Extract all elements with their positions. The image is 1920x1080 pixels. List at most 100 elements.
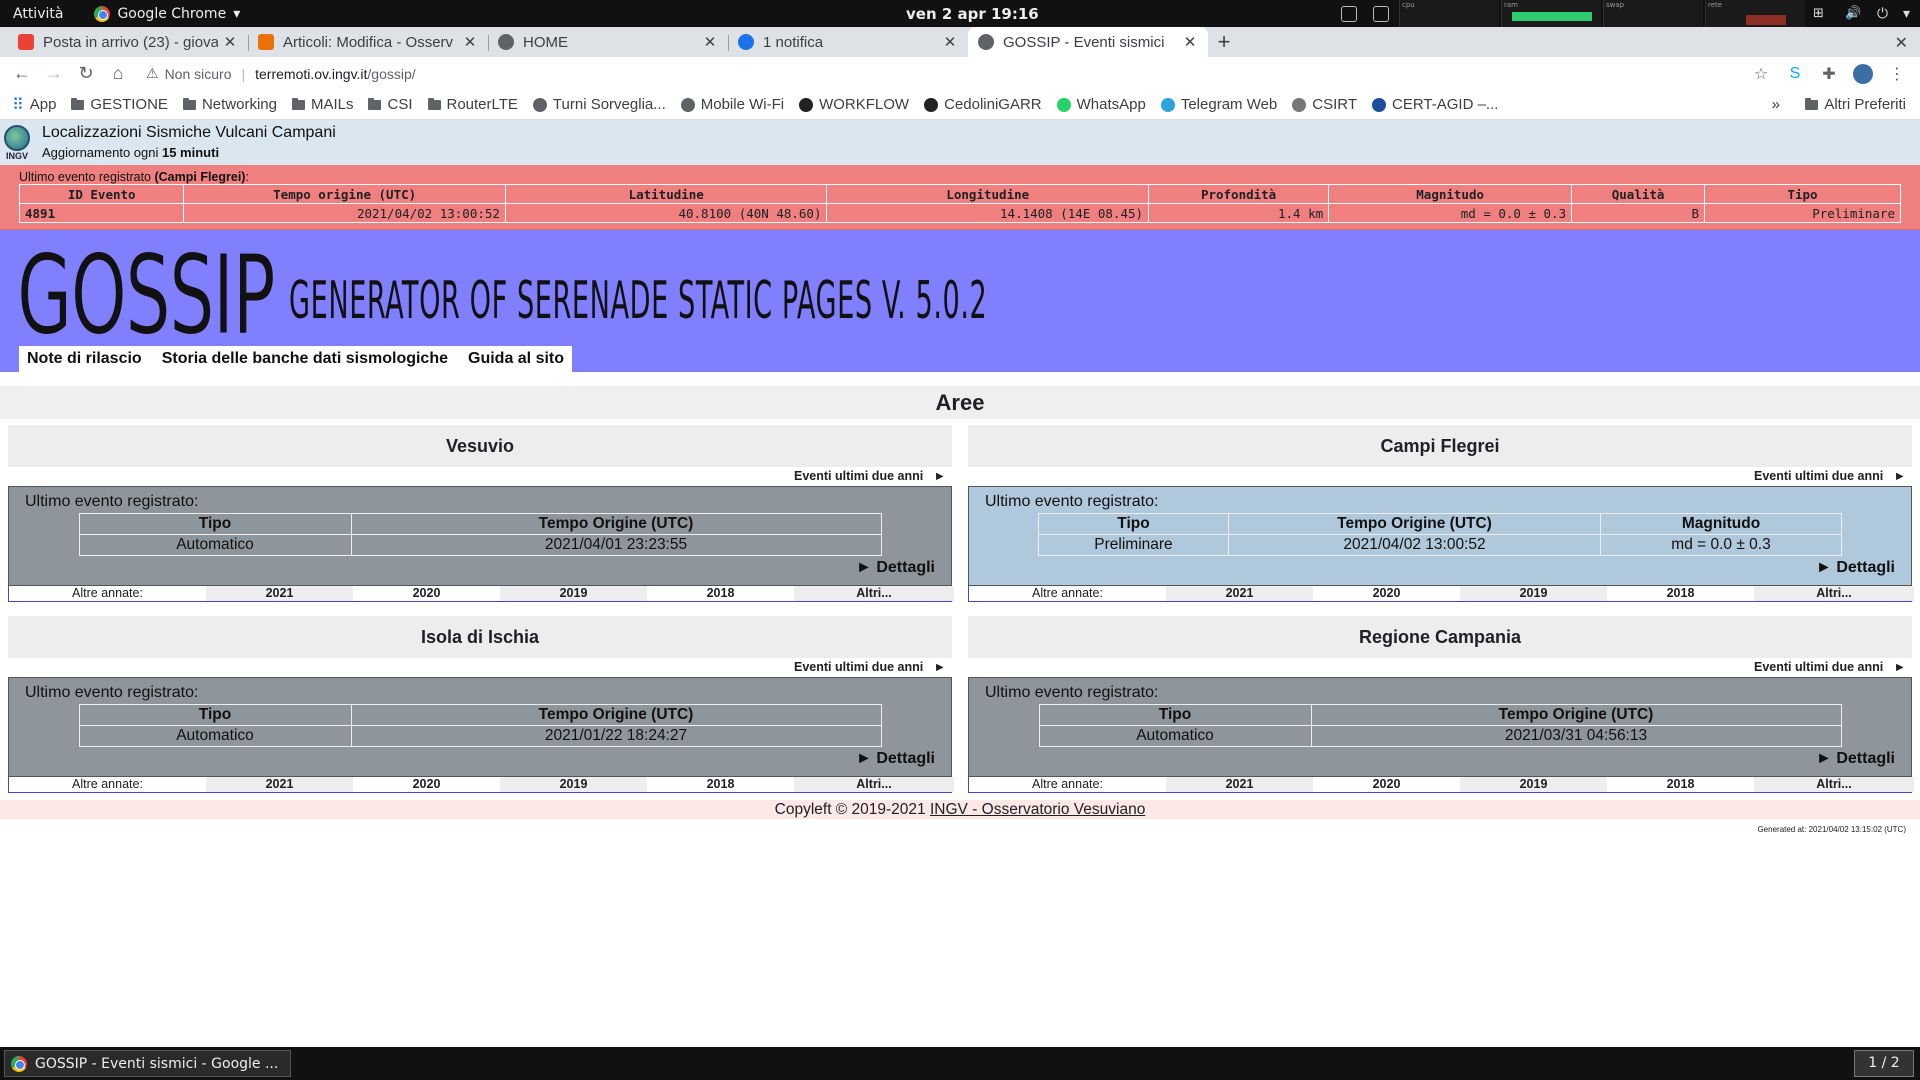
bookmark-gestione[interactable]: GESTIONE: [71, 96, 168, 113]
last-event-caption: Ultimo evento registrato (Campi Flegrei)…: [19, 170, 249, 184]
bookmark-star-icon[interactable]: ☆: [1750, 63, 1772, 85]
recent-events-link[interactable]: Eventi ultimi due anni ►: [968, 467, 1912, 486]
year-link[interactable]: 2018: [1607, 777, 1754, 792]
bookmark-label: Altri Preferiti: [1824, 96, 1906, 113]
app-menu[interactable]: Google Chrome ▾: [76, 5, 240, 22]
new-tab-button[interactable]: +: [1208, 27, 1240, 57]
window-close-icon[interactable]: ✕: [1895, 33, 1908, 53]
tab-articoli[interactable]: Articoli: Modifica - Osserv ✕: [248, 27, 488, 57]
column-header: Tempo origine (UTC): [183, 184, 506, 204]
year-link[interactable]: 2021: [1166, 586, 1313, 601]
tab-gmail[interactable]: Posta in arrivo (23) - giova ✕: [8, 27, 248, 57]
reload-icon[interactable]: ↻: [72, 60, 100, 88]
year-link[interactable]: 2019: [500, 777, 647, 792]
details-link[interactable]: ► Dettagli: [1816, 559, 1895, 577]
url-path[interactable]: /gossip/: [367, 66, 415, 82]
year-link[interactable]: 2021: [1166, 777, 1313, 792]
bookmark-turni-sorveglia[interactable]: Turni Sorveglia...: [532, 96, 666, 113]
nav-release-notes[interactable]: Note di rilascio: [27, 350, 142, 368]
year-link[interactable]: 2018: [647, 777, 794, 792]
home-icon[interactable]: ⌂: [104, 60, 132, 88]
tab-notifica[interactable]: 1 notifica ✕: [728, 27, 968, 57]
forward-arrow-icon[interactable]: →: [40, 60, 68, 88]
screenshot-icon[interactable]: [1372, 5, 1389, 22]
year-link[interactable]: 2020: [1313, 777, 1460, 792]
year-link[interactable]: 2021: [206, 777, 353, 792]
globe-icon: [978, 34, 994, 50]
year-link[interactable]: Altri...: [1754, 586, 1914, 601]
year-link[interactable]: Altri...: [1754, 777, 1914, 792]
recent-events-link[interactable]: Eventi ultimi due anni ►: [968, 658, 1912, 677]
details-link[interactable]: ► Dettagli: [856, 750, 935, 768]
year-link[interactable]: Altri...: [794, 586, 954, 601]
menu-icon[interactable]: ⋮: [1886, 63, 1908, 85]
bookmark-whatsapp[interactable]: WhatsApp: [1056, 96, 1146, 113]
warning-icon[interactable]: ⚠: [146, 65, 159, 82]
table-header-row: ID Evento Tempo origine (UTC) Latitudine Lo…: [18, 184, 1901, 204]
year-link[interactable]: 2020: [1313, 586, 1460, 601]
years-row: Altre annate: 2021 2020 2019 2018 Altri...: [8, 777, 954, 793]
details-link[interactable]: ► Dettagli: [856, 559, 935, 577]
bookmark-csi[interactable]: CSI: [368, 96, 413, 113]
year-link[interactable]: 2021: [206, 586, 353, 601]
bookmark-csirt[interactable]: CSIRT: [1292, 96, 1357, 113]
close-icon[interactable]: ✕: [222, 33, 238, 51]
folder-icon: [71, 97, 85, 110]
caret-down-icon[interactable]: ▾: [1903, 6, 1910, 22]
bookmark-mobile-wi-fi[interactable]: Mobile Wi-Fi: [680, 96, 785, 113]
details-link[interactable]: ► Dettagli: [1816, 750, 1895, 768]
bookmark-cert-agid[interactable]: CERT-AGID –...: [1372, 96, 1498, 113]
shield-icon[interactable]: [1340, 5, 1357, 22]
avatar[interactable]: [1852, 63, 1874, 85]
bookmark-workflow[interactable]: WORKFLOW: [799, 96, 909, 113]
bookmark-app[interactable]: ⠿ App: [12, 95, 56, 115]
ingv-logo[interactable]: INGV: [0, 120, 34, 165]
bookmark-networking[interactable]: Networking: [182, 96, 277, 113]
year-link[interactable]: 2018: [1607, 586, 1754, 601]
power-icon[interactable]: ⏻: [1877, 6, 1893, 22]
folder-icon: [427, 97, 441, 110]
close-icon[interactable]: ✕: [462, 33, 478, 51]
year-link[interactable]: 2019: [1460, 777, 1607, 792]
table-cell: Preliminare: [1038, 534, 1229, 556]
bookmark-label: RouterLTE: [446, 96, 518, 113]
nav-site-guide[interactable]: Guida al sito: [468, 350, 564, 368]
joomla-icon: [258, 34, 274, 50]
tab-home[interactable]: HOME ✕: [488, 27, 728, 57]
recent-events-link[interactable]: Eventi ultimi due anni ►: [8, 658, 952, 677]
security-label[interactable]: Non sicuro: [165, 66, 232, 82]
year-link[interactable]: 2020: [353, 586, 500, 601]
bookmark-mails[interactable]: MAILs: [291, 96, 353, 113]
workspace-pager[interactable]: 1 / 2: [1854, 1050, 1914, 1077]
tab-gossip[interactable]: GOSSIP - Eventi sismici ✕: [968, 27, 1208, 57]
address-bar[interactable]: ⚠ Non sicuro | terremoti.ov.ingv.it/goss…: [136, 60, 1742, 88]
recent-events-link[interactable]: Eventi ultimi due anni ►: [8, 467, 952, 486]
year-link[interactable]: 2020: [353, 777, 500, 792]
clock[interactable]: ven 2 apr 19:16: [906, 5, 1039, 23]
year-link[interactable]: 2019: [500, 586, 647, 601]
network-icon[interactable]: ⊞: [1813, 6, 1829, 22]
bookmark-routerlte[interactable]: RouterLTE: [427, 96, 518, 113]
taskbar-window-button[interactable]: GOSSIP - Eventi sismici - Google ...: [4, 1050, 292, 1077]
year-link[interactable]: Altri...: [794, 777, 954, 792]
close-icon[interactable]: ✕: [1182, 33, 1198, 51]
site-icon: [799, 97, 814, 112]
close-icon[interactable]: ✕: [942, 33, 958, 51]
activities-button[interactable]: Attività: [0, 6, 76, 22]
year-link[interactable]: 2018: [647, 586, 794, 601]
other-bookmarks[interactable]: Altri Preferiti: [1805, 96, 1906, 113]
extensions-icon[interactable]: ✚: [1818, 63, 1840, 85]
bookmark-label: Mobile Wi-Fi: [700, 96, 785, 113]
bookmark-telegram-web[interactable]: Telegram Web: [1160, 96, 1277, 113]
volume-icon[interactable]: 🔊: [1845, 6, 1861, 22]
bookmarks-overflow-icon[interactable]: »: [1772, 96, 1780, 113]
footer-link[interactable]: INGV - Osservatorio Vesuviano: [930, 801, 1145, 818]
bookmark-cedolinigarr[interactable]: CedoliniGARR: [924, 96, 1042, 113]
year-link[interactable]: 2019: [1460, 586, 1607, 601]
generated-timestamp: Generated at: 2021/04/02 13:15:02 (UTC): [1757, 825, 1906, 834]
url-host[interactable]: terremoti.ov.ingv.it: [255, 66, 367, 82]
back-arrow-icon[interactable]: ←: [8, 60, 36, 88]
nav-database-history[interactable]: Storia delle banche dati sismologiche: [162, 350, 448, 368]
skype-icon[interactable]: S: [1784, 63, 1806, 85]
close-icon[interactable]: ✕: [702, 33, 718, 51]
